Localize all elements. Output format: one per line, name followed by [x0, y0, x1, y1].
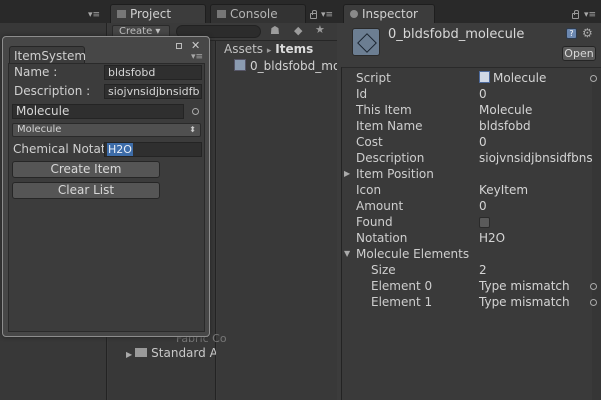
- breadcrumb-root[interactable]: Assets: [224, 42, 263, 56]
- property-value[interactable]: Type mismatch: [479, 279, 570, 293]
- property-value[interactable]: 2: [479, 263, 487, 277]
- lock-icon[interactable]: [572, 10, 579, 19]
- property-row-element-0: Element 0 Type mismatch: [341, 279, 601, 295]
- type-dropdown[interactable]: Molecule ⬍: [12, 123, 201, 137]
- info-icon: [350, 10, 358, 18]
- tab-inspector[interactable]: Inspector: [343, 4, 435, 23]
- property-row-cost: Cost 0: [341, 135, 601, 151]
- tab-console[interactable]: Console: [210, 4, 306, 23]
- property-row-item-name: Item Name bldsfobd: [341, 119, 601, 135]
- scriptable-object-icon: [352, 28, 380, 56]
- breadcrumb-separator: ▸: [266, 46, 272, 56]
- project-icon: [117, 10, 126, 18]
- property-label: Cost: [356, 135, 383, 149]
- property-row-element-1: Element 1 Type mismatch: [341, 295, 601, 311]
- property-value[interactable]: bldsfobd: [479, 119, 531, 133]
- object-picker-icon[interactable]: [590, 75, 597, 82]
- property-label: Item Name: [356, 119, 423, 133]
- expand-arrow-icon[interactable]: ▶: [126, 350, 132, 359]
- open-button[interactable]: Open: [562, 46, 596, 61]
- property-label: Script: [356, 71, 391, 85]
- gear-icon[interactable]: ⚙: [582, 27, 593, 39]
- dropdown-arrow-icon: ⬍: [189, 125, 196, 134]
- property-label: Id: [356, 87, 368, 101]
- property-value[interactable]: 0: [479, 87, 487, 101]
- panel-menu-icon[interactable]: ▾≡: [584, 10, 596, 20]
- name-label: Name :: [14, 65, 58, 79]
- clear-list-button[interactable]: Clear List: [12, 182, 160, 199]
- filter-icon[interactable]: ☗: [270, 24, 280, 37]
- object-name: 0_bldsfobd_molecule: [388, 27, 525, 42]
- property-value[interactable]: 0: [479, 199, 487, 213]
- property-row-description: Description siojvnsidjbnsidfbns: [341, 151, 601, 167]
- description-field[interactable]: siojvnsidjbnsidfb: [104, 84, 202, 99]
- tab-project[interactable]: Project: [110, 4, 206, 23]
- maximize-icon[interactable]: [176, 43, 182, 49]
- chemical-notation-label: Chemical Notati: [13, 142, 109, 156]
- property-row-icon: Icon KeyItem: [341, 183, 601, 199]
- property-label: Element 0: [371, 279, 433, 293]
- breadcrumb-current[interactable]: Items: [275, 42, 313, 56]
- property-value[interactable]: siojvnsidjbnsidfbns: [479, 151, 593, 165]
- property-row-amount: Amount 0: [341, 199, 601, 215]
- close-icon[interactable]: ✕: [191, 39, 200, 52]
- property-row-script: Script Molecule: [341, 71, 601, 87]
- asset-item[interactable]: 0_bldsfobd_mol: [234, 59, 337, 74]
- property-label: Amount: [356, 199, 404, 213]
- folder-icon: [135, 348, 148, 357]
- name-field[interactable]: bldsfobd: [104, 65, 202, 80]
- star-icon[interactable]: ★: [315, 23, 325, 36]
- property-value[interactable]: KeyItem: [479, 183, 528, 197]
- script-field[interactable]: Molecule: [479, 71, 546, 85]
- object-picker-icon[interactable]: [192, 108, 199, 115]
- console-icon: [217, 10, 226, 18]
- object-field[interactable]: Molecule: [12, 104, 184, 119]
- property-row-this-item: This Item Molecule: [341, 103, 601, 119]
- property-label: Description: [356, 151, 425, 165]
- chemical-notation-value: H2O: [107, 143, 133, 156]
- property-row-notation: Notation H2O: [341, 231, 601, 247]
- property-label: Size: [371, 263, 396, 277]
- property-label: Item Position: [356, 167, 434, 181]
- chemical-notation-field[interactable]: H2O: [104, 142, 202, 157]
- property-row-found: Found: [341, 215, 601, 231]
- found-checkbox[interactable]: [479, 217, 490, 228]
- foldout-expanded-icon[interactable]: ▼: [344, 249, 350, 258]
- property-label: Molecule Elements: [356, 247, 470, 261]
- project-files: [217, 40, 337, 400]
- description-label: Description :: [14, 84, 91, 98]
- script-icon: [479, 71, 490, 83]
- scriptable-object-icon: [234, 59, 246, 71]
- object-picker-icon[interactable]: [590, 283, 597, 290]
- foldout-collapsed-icon[interactable]: ▶: [344, 169, 350, 178]
- panel-menu-icon[interactable]: ▾≡: [321, 10, 333, 20]
- help-icon[interactable]: ?: [566, 28, 577, 39]
- property-row-size: Size 2: [341, 263, 601, 279]
- property-label: Notation: [356, 231, 408, 245]
- panel-menu-icon[interactable]: ▾≡: [88, 10, 100, 20]
- property-value[interactable]: Molecule: [479, 103, 532, 117]
- lock-icon[interactable]: [310, 10, 317, 19]
- tag-icon[interactable]: ◆: [294, 24, 302, 37]
- property-label: Found: [356, 215, 393, 229]
- inspector-divider: [342, 67, 601, 68]
- create-item-button[interactable]: Create Item: [12, 161, 160, 178]
- property-label: Icon: [356, 183, 382, 197]
- property-label: This Item: [356, 103, 412, 117]
- property-row-molecule-elements[interactable]: ▼ Molecule Elements: [341, 247, 601, 263]
- property-row-id: Id 0: [341, 87, 601, 103]
- window-menu-icon[interactable]: ▾≡: [191, 52, 203, 62]
- object-picker-icon[interactable]: [590, 299, 597, 306]
- property-value[interactable]: 0: [479, 135, 487, 149]
- tree-item-standard-assets[interactable]: ▶ Standard A: [126, 346, 216, 360]
- property-value[interactable]: H2O: [479, 231, 505, 245]
- property-value[interactable]: Type mismatch: [479, 295, 570, 309]
- property-row-item-position[interactable]: ▶ Item Position: [341, 167, 601, 183]
- breadcrumb: Assets ▸ Items: [224, 42, 313, 56]
- item-system-tab[interactable]: ItemSystem: [9, 46, 86, 64]
- property-label: Element 1: [371, 295, 433, 309]
